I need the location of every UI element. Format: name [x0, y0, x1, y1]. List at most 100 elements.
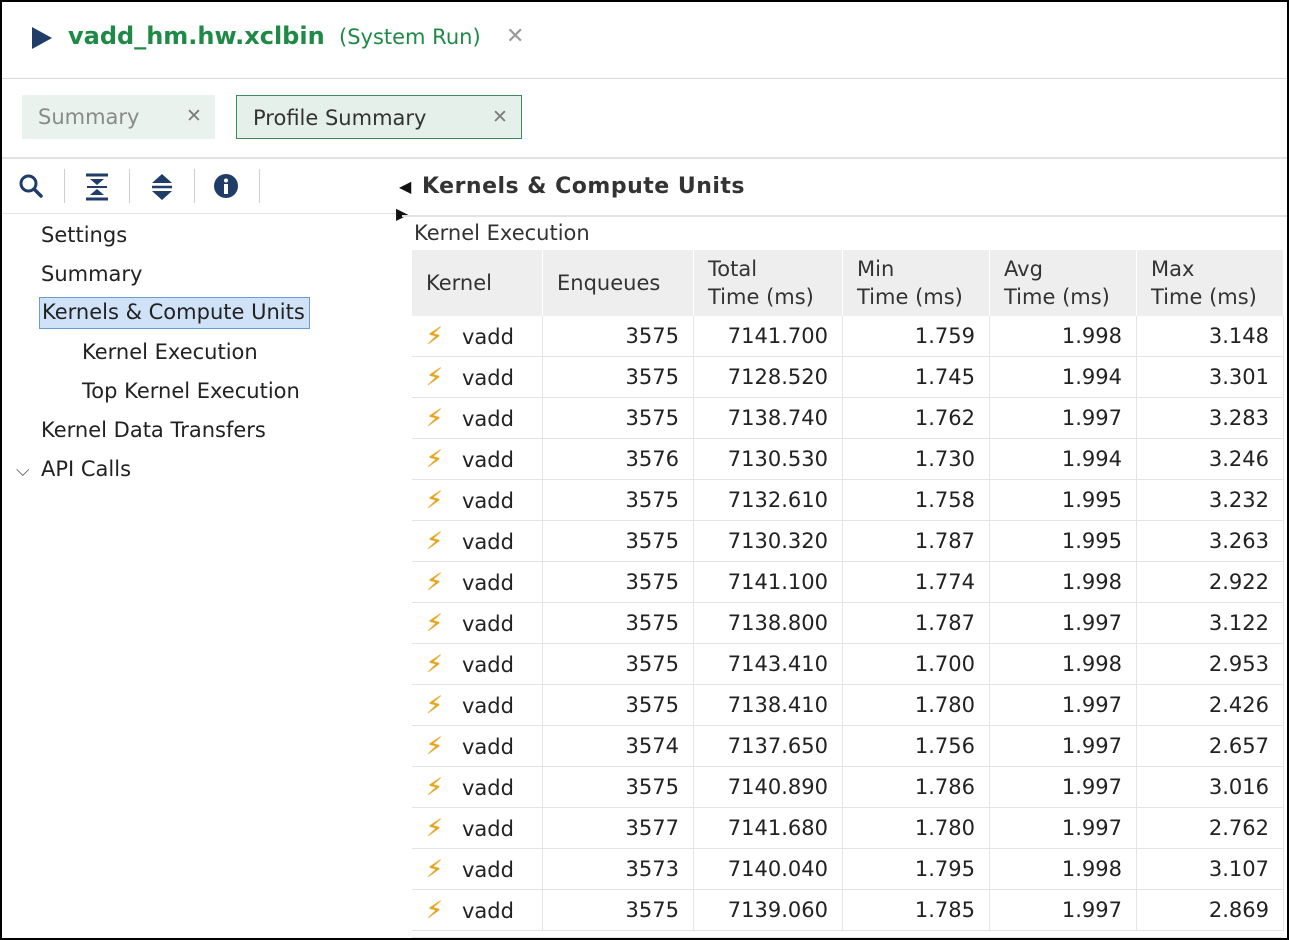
collapse-all-icon[interactable] — [84, 173, 110, 205]
table-row[interactable]: ⚡ vadd 3575 7143.410 1.700 1.998 2.953 — [412, 643, 1284, 685]
table-row[interactable]: ⚡ vadd 3575 7139.060 1.785 1.997 2.869 — [412, 889, 1284, 931]
kernel-execution-table: Kernel Enqueues Total Time (ms) Min Time… — [412, 250, 1284, 931]
avg-time-cell: 1.998 — [989, 561, 1137, 603]
close-tab-icon[interactable]: ✕ — [492, 106, 508, 128]
table-title: Kernel Execution — [414, 221, 590, 245]
toolbar-divider — [64, 169, 65, 203]
kernel-cell: ⚡ vadd — [412, 725, 543, 767]
table-row[interactable]: ⚡ vadd 3574 7137.650 1.756 1.997 2.657 — [412, 725, 1284, 767]
kernel-cell: ⚡ vadd — [412, 438, 543, 480]
total-time-cell: 7138.410 — [693, 684, 843, 726]
column-header-min-time[interactable]: Min Time (ms) — [842, 250, 990, 316]
min-time-cell: 1.762 — [842, 397, 990, 439]
table-row[interactable]: ⚡ vadd 3573 7140.040 1.795 1.998 3.107 — [412, 848, 1284, 890]
table-row[interactable]: ⚡ vadd 3575 7132.610 1.758 1.995 3.232 — [412, 479, 1284, 521]
kernel-bolt-icon: ⚡ — [426, 650, 443, 678]
table-row[interactable]: ⚡ vadd 3575 7141.100 1.774 1.998 2.922 — [412, 561, 1284, 603]
tree-item-summary[interactable]: Summary — [41, 262, 142, 286]
total-time-cell: 7137.650 — [693, 725, 843, 767]
column-header-line: Time (ms) — [857, 285, 963, 309]
toolbar-divider — [259, 169, 260, 203]
section-title: Kernels & Compute Units — [422, 174, 746, 199]
tab-summary[interactable]: Summary ✕ — [22, 95, 215, 139]
kernel-name: vadd — [462, 571, 514, 595]
column-header-enqueues[interactable]: Enqueues — [542, 250, 694, 316]
section-header: Kernels & Compute Units — [402, 159, 1287, 217]
avg-time-cell: 1.997 — [989, 889, 1137, 931]
kernel-bolt-icon: ⚡ — [426, 814, 443, 842]
tree-item-kernel-execution[interactable]: Kernel Execution — [82, 340, 258, 364]
min-time-cell: 1.745 — [842, 356, 990, 398]
table-row[interactable]: ⚡ vadd 3575 7140.890 1.786 1.997 3.016 — [412, 766, 1284, 808]
min-time-cell: 1.787 — [842, 520, 990, 562]
max-time-cell: 2.953 — [1136, 643, 1284, 685]
max-time-cell: 3.148 — [1136, 316, 1284, 357]
column-header-line: Kernel — [426, 271, 492, 295]
table-row[interactable]: ⚡ vadd 3576 7130.530 1.730 1.994 3.246 — [412, 438, 1284, 480]
table-row[interactable]: ⚡ vadd 3575 7138.410 1.780 1.997 2.426 — [412, 684, 1284, 726]
column-header-total-time[interactable]: Total Time (ms) — [693, 250, 843, 316]
enqueues-cell: 3575 — [542, 561, 694, 603]
kernel-bolt-icon: ⚡ — [426, 404, 443, 432]
avg-time-cell: 1.997 — [989, 725, 1137, 767]
column-header-line: Time (ms) — [1004, 285, 1110, 309]
chevron-down-icon[interactable]: ⌵ — [16, 460, 30, 481]
avg-time-cell: 1.995 — [989, 479, 1137, 521]
tree-item-api-calls[interactable]: API Calls — [41, 457, 131, 481]
table-row[interactable]: ⚡ vadd 3575 7138.800 1.787 1.997 3.122 — [412, 602, 1284, 644]
total-time-cell: 7138.800 — [693, 602, 843, 644]
total-time-cell: 7141.100 — [693, 561, 843, 603]
avg-time-cell: 1.998 — [989, 848, 1137, 890]
kernel-bolt-icon: ⚡ — [426, 363, 443, 391]
table-row[interactable]: ⚡ vadd 3575 7141.700 1.759 1.998 3.148 — [412, 316, 1284, 357]
column-header-kernel[interactable]: Kernel — [412, 250, 543, 316]
enqueues-cell: 3575 — [542, 602, 694, 644]
navigation-panel: Settings Summary ⌵ Kernels & Compute Uni… — [2, 159, 400, 938]
enqueues-cell: 3575 — [542, 643, 694, 685]
kernel-cell: ⚡ vadd — [412, 479, 543, 521]
close-tab-icon[interactable]: ✕ — [186, 105, 202, 127]
tree-item-kernel-data-transfers[interactable]: Kernel Data Transfers — [41, 418, 266, 442]
run-type-label: (System Run) — [339, 25, 481, 49]
tree-item-kernels-compute-units[interactable]: Kernels & Compute Units — [39, 297, 310, 329]
column-header-max-time[interactable]: Max Time (ms) — [1136, 250, 1284, 316]
close-run-icon[interactable]: ✕ — [506, 24, 524, 49]
kernel-bolt-icon: ⚡ — [426, 773, 443, 801]
table-row[interactable]: ⚡ vadd 3575 7138.740 1.762 1.997 3.283 — [412, 397, 1284, 439]
expand-all-icon[interactable] — [149, 173, 175, 205]
min-time-cell: 1.774 — [842, 561, 990, 603]
kernel-name: vadd — [462, 407, 514, 431]
table-row[interactable]: ⚡ vadd 3575 7130.320 1.787 1.995 3.263 — [412, 520, 1284, 562]
tab-profile-summary[interactable]: Profile Summary ✕ — [236, 95, 522, 139]
min-time-cell: 1.787 — [842, 602, 990, 644]
tab-summary-label: Summary — [38, 105, 140, 129]
max-time-cell: 3.301 — [1136, 356, 1284, 398]
title-bar: vadd_hm.hw.xclbin (System Run) ✕ — [2, 2, 1287, 79]
kernel-name: vadd — [462, 694, 514, 718]
kernel-name: vadd — [462, 530, 514, 554]
kernel-name: vadd — [462, 366, 514, 390]
kernel-cell: ⚡ vadd — [412, 643, 543, 685]
max-time-cell: 3.016 — [1136, 766, 1284, 808]
info-icon[interactable] — [213, 173, 239, 203]
table-row[interactable]: ⚡ vadd 3577 7141.680 1.780 1.997 2.762 — [412, 807, 1284, 849]
column-header-avg-time[interactable]: Avg Time (ms) — [989, 250, 1137, 316]
max-time-cell: 3.122 — [1136, 602, 1284, 644]
profile-window: vadd_hm.hw.xclbin (System Run) ✕ Summary… — [0, 0, 1289, 940]
kernel-name: vadd — [462, 817, 514, 841]
search-icon[interactable] — [18, 173, 44, 203]
tree-item-top-kernel-execution[interactable]: Top Kernel Execution — [82, 379, 300, 403]
column-header-line: Max — [1151, 257, 1195, 281]
min-time-cell: 1.780 — [842, 807, 990, 849]
total-time-cell: 7143.410 — [693, 643, 843, 685]
min-time-cell: 1.730 — [842, 438, 990, 480]
run-play-icon[interactable] — [32, 27, 52, 49]
kernel-bolt-icon: ⚡ — [426, 609, 443, 637]
max-time-cell: 2.869 — [1136, 889, 1284, 931]
column-header-line: Time (ms) — [708, 285, 814, 309]
kernel-cell: ⚡ vadd — [412, 316, 543, 357]
tree-item-settings[interactable]: Settings — [41, 223, 127, 247]
enqueues-cell: 3577 — [542, 807, 694, 849]
content-panel: ◀ ▶ Kernels & Compute Units Kernel Execu… — [396, 159, 1287, 938]
table-row[interactable]: ⚡ vadd 3575 7128.520 1.745 1.994 3.301 — [412, 356, 1284, 398]
